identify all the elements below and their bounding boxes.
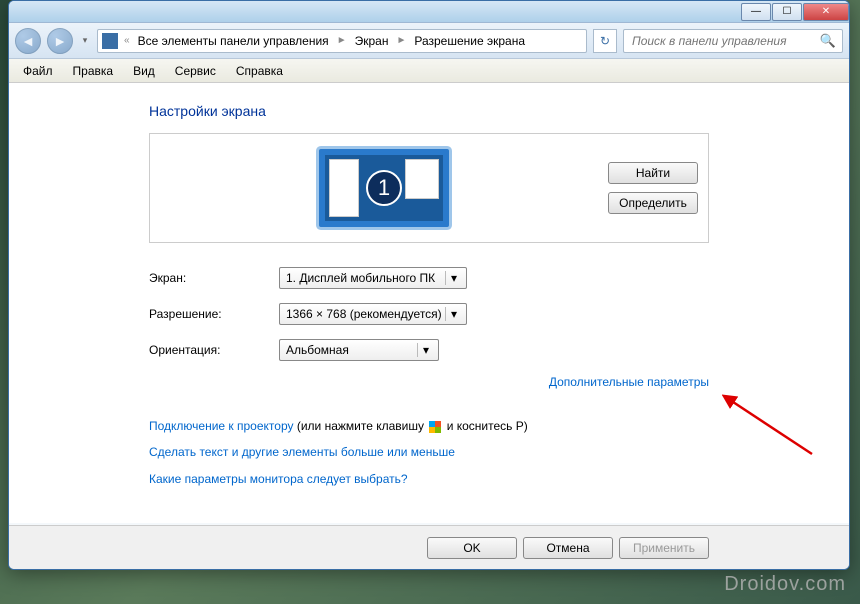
breadcrumb-item[interactable]: Разрешение экрана	[410, 32, 529, 50]
chevron-right-icon: ►	[335, 35, 349, 46]
forward-button[interactable]: ►	[47, 28, 73, 54]
panel-buttons: Найти Определить	[608, 162, 698, 214]
resolution-combo[interactable]: 1366 × 768 (рекомендуется)	[279, 303, 467, 325]
window-controls: — ☐ ✕	[740, 3, 849, 21]
projector-hint-2: и коснитесь P)	[447, 419, 528, 433]
page-title: Настройки экрана	[149, 103, 709, 119]
breadcrumb-item[interactable]: Все элементы панели управления	[134, 32, 333, 50]
menu-bar: Файл Правка Вид Сервис Справка	[9, 59, 849, 83]
breadcrumb[interactable]: « Все элементы панели управления ► Экран…	[97, 29, 587, 53]
breadcrumb-item[interactable]: Экран	[351, 32, 393, 50]
search-input[interactable]	[630, 33, 820, 49]
menu-service[interactable]: Сервис	[167, 62, 224, 80]
chevron-right-icon: ►	[394, 35, 408, 46]
display-combo[interactable]: 1. Дисплей мобильного ПК	[279, 267, 467, 289]
minimize-button[interactable]: —	[741, 3, 771, 21]
maximize-button[interactable]: ☐	[772, 3, 802, 21]
monitor-number-badge: 1	[366, 170, 402, 206]
resolution-row: Разрешение: 1366 × 768 (рекомендуется)	[149, 303, 709, 325]
text-size-link[interactable]: Сделать текст и другие элементы больше и…	[149, 445, 455, 459]
projector-hint-1: (или нажмите клавишу	[297, 419, 428, 433]
windows-key-icon	[429, 421, 441, 433]
search-box[interactable]: 🔍	[623, 29, 843, 53]
ok-button[interactable]: OK	[427, 537, 517, 559]
search-icon[interactable]: 🔍	[820, 33, 836, 49]
monitor-panel: 1 Найти Определить	[149, 133, 709, 243]
monitor-preview[interactable]: 1	[160, 149, 608, 227]
control-panel-window: — ☐ ✕ ◄ ► ▾ « Все элементы панели управл…	[8, 0, 850, 570]
footer: OK Отмена Применить	[9, 525, 849, 569]
orientation-label: Ориентация:	[149, 343, 279, 357]
menu-help[interactable]: Справка	[228, 62, 291, 80]
apply-button[interactable]: Применить	[619, 537, 709, 559]
chevron-left-icon: «	[122, 35, 132, 46]
control-panel-icon	[102, 33, 118, 49]
display-label: Экран:	[149, 271, 279, 285]
back-button[interactable]: ◄	[15, 28, 41, 54]
advanced-link-row: Дополнительные параметры	[149, 375, 709, 389]
identify-button[interactable]: Определить	[608, 192, 698, 214]
advanced-settings-link[interactable]: Дополнительные параметры	[549, 375, 709, 389]
projector-link[interactable]: Подключение к проектору	[149, 419, 294, 433]
menu-view[interactable]: Вид	[125, 62, 163, 80]
watermark: Droidov.com	[724, 573, 846, 596]
menu-edit[interactable]: Правка	[65, 62, 122, 80]
history-dropdown-icon[interactable]: ▾	[79, 35, 91, 46]
cancel-button[interactable]: Отмена	[523, 537, 613, 559]
which-settings-link[interactable]: Какие параметры монитора следует выбрать…	[149, 472, 408, 486]
find-button[interactable]: Найти	[608, 162, 698, 184]
nav-bar: ◄ ► ▾ « Все элементы панели управления ►…	[9, 23, 849, 59]
close-button[interactable]: ✕	[803, 3, 849, 21]
monitor-thumbnail[interactable]: 1	[319, 149, 449, 227]
content-area: Настройки экрана 1 Найти Определить Экра…	[9, 83, 849, 523]
titlebar: — ☐ ✕	[9, 1, 849, 23]
links-block: Подключение к проектору (или нажмите кла…	[149, 413, 709, 492]
display-row: Экран: 1. Дисплей мобильного ПК	[149, 267, 709, 289]
menu-file[interactable]: Файл	[15, 62, 61, 80]
orientation-combo[interactable]: Альбомная	[279, 339, 439, 361]
resolution-label: Разрешение:	[149, 307, 279, 321]
refresh-button[interactable]: ↻	[593, 29, 617, 53]
orientation-row: Ориентация: Альбомная	[149, 339, 709, 361]
